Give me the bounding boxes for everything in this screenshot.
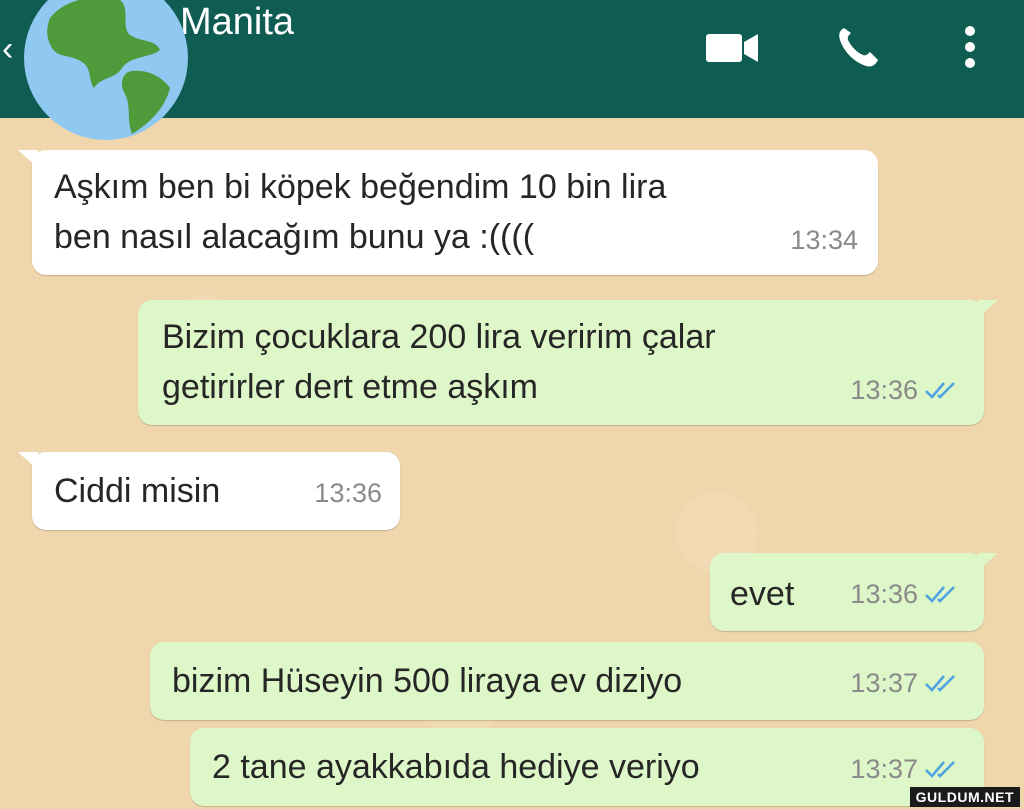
message-text: Aşkım ben bi köpek beğendim 10 bin lira [54, 168, 667, 206]
message-text: getirirler dert etme aşkım [162, 368, 538, 406]
message-bubble-outgoing[interactable]: Bizim çocuklara 200 lira veririm çalar g… [138, 300, 998, 425]
message-bubble-outgoing[interactable]: 2 tane ayakkabıda hediye veriyo 13:37 [190, 728, 984, 806]
globe-icon[interactable] [10, 0, 188, 148]
bubble-tail [18, 150, 38, 168]
message-text: bizim Hüseyin 500 liraya ev diziyo [172, 662, 683, 700]
message-text: Bizim çocuklara 200 lira veririm çalar [162, 318, 716, 356]
message-time: 13:36 [850, 579, 918, 609]
bubble-tail [978, 300, 998, 318]
video-call-icon[interactable] [704, 30, 760, 66]
message-bubble-outgoing[interactable]: evet 13:36 [710, 553, 998, 631]
read-ticks-icon [925, 586, 955, 603]
message-meta: 13:34 [790, 215, 858, 265]
read-ticks-icon [925, 382, 955, 399]
message-time: 13:34 [790, 225, 858, 255]
message-bubble-incoming[interactable]: Ciddi misin 13:36 [18, 452, 400, 530]
message-text: Ciddi misin [54, 472, 221, 510]
bubble-tail [18, 452, 38, 470]
message-time: 13:36 [314, 478, 382, 508]
message-meta: 13:36 [314, 468, 382, 518]
read-ticks-icon [925, 675, 955, 692]
phone-icon[interactable] [834, 22, 882, 70]
message-time: 13:37 [850, 668, 918, 698]
message-time: 13:36 [850, 375, 918, 405]
message-meta: 13:37 [850, 658, 960, 708]
message-meta: 13:36 [850, 365, 960, 415]
message-time: 13:37 [850, 754, 918, 784]
message-text: evet [730, 575, 795, 613]
watermark: GULDUM.NET [909, 787, 1020, 807]
contact-name[interactable]: Manita [180, 0, 294, 44]
more-vertical-icon[interactable] [960, 24, 980, 70]
message-bubble-outgoing[interactable]: bizim Hüseyin 500 liraya ev diziyo 13:37 [150, 642, 984, 720]
bubble-tail [978, 553, 998, 571]
read-ticks-icon [925, 761, 955, 778]
message-meta: 13:36 [850, 569, 960, 619]
message-text: 2 tane ayakkabıda hediye veriyo [212, 748, 700, 786]
message-bubble-incoming[interactable]: Aşkım ben bi köpek beğendim 10 bin lira … [18, 150, 878, 275]
message-text: ben nasıl alacağım bunu ya :(((( [54, 218, 535, 256]
